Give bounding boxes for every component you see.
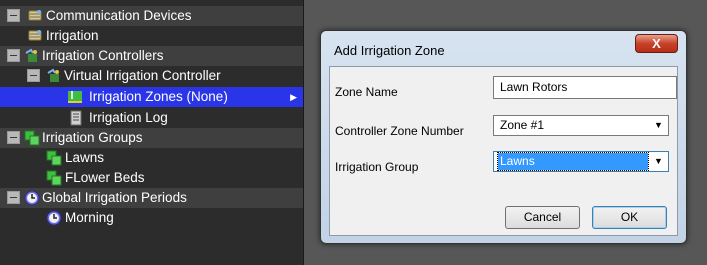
collapse-icon[interactable]: [7, 191, 20, 204]
collapse-icon[interactable]: [7, 131, 20, 144]
collapse-icon[interactable]: [7, 9, 20, 22]
chevron-down-icon[interactable]: ▼: [650, 153, 667, 170]
tree-item-irrigation-device[interactable]: Irrigation: [0, 26, 303, 46]
clock-icon: [24, 190, 40, 206]
tree-item-label: Irrigation Zones (None): [89, 89, 228, 104]
tree-item-communication-devices[interactable]: Communication Devices: [0, 6, 303, 26]
tree-item-flower-beds[interactable]: FLower Beds: [0, 168, 303, 188]
collapse-icon[interactable]: [7, 49, 20, 62]
clock-icon: [46, 210, 62, 226]
tree-item-label: Irrigation: [46, 28, 99, 43]
dialog-title: Add Irrigation Zone: [334, 43, 445, 58]
expand-arrow-icon[interactable]: ▶: [290, 87, 297, 107]
tree-item-label: Morning: [65, 210, 114, 225]
collapse-icon[interactable]: [27, 69, 40, 82]
zone-name-input[interactable]: Lawn Rotors: [493, 76, 677, 99]
irrigation-group-label: Irrigation Group: [335, 160, 419, 174]
tree-item-irrigation-controllers[interactable]: Irrigation Controllers: [0, 46, 303, 66]
tree-item-lawns[interactable]: Lawns: [0, 148, 303, 168]
group-icon: [24, 130, 40, 146]
log-icon: [70, 110, 82, 126]
cancel-button[interactable]: Cancel: [505, 206, 580, 229]
tree-item-morning[interactable]: Morning: [0, 208, 303, 228]
tree-item-label: Irrigation Log: [89, 110, 168, 125]
tree-item-virtual-irrigation-controller[interactable]: Virtual Irrigation Controller: [0, 66, 303, 86]
network-devices-icon: [28, 10, 42, 21]
controller-zone-number-label: Controller Zone Number: [335, 124, 464, 138]
tree-item-irrigation-zones[interactable]: Irrigation Zones (None) ▶: [0, 87, 303, 107]
controller-zone-number-value: Zone #1: [500, 118, 545, 132]
tree-item-label: FLower Beds: [65, 170, 145, 185]
tree-item-global-irrigation-periods[interactable]: Global Irrigation Periods: [0, 188, 303, 208]
navigation-tree: Communication Devices Irrigation Irrigat…: [0, 0, 304, 265]
tree-item-label: Communication Devices: [46, 8, 192, 23]
tree-item-irrigation-groups[interactable]: Irrigation Groups: [0, 128, 303, 148]
network-device-icon: [28, 30, 42, 41]
close-button[interactable]: X: [635, 34, 678, 53]
irrigation-group-select[interactable]: Lawns ▼: [493, 151, 669, 172]
tree-item-label: Irrigation Groups: [42, 130, 143, 145]
group-icon: [46, 170, 62, 186]
controller-zone-number-select[interactable]: Zone #1 ▼: [493, 115, 669, 136]
tree-item-label: Lawns: [65, 150, 105, 165]
ok-button[interactable]: OK: [592, 206, 667, 229]
zone-name-label: Zone Name: [335, 85, 398, 99]
zone-icon: [68, 91, 82, 103]
group-icon: [46, 150, 62, 166]
tree-item-label: Global Irrigation Periods: [42, 190, 187, 205]
chevron-down-icon[interactable]: ▼: [650, 117, 667, 134]
dialog-body: Zone Name Lawn Rotors Controller Zone Nu…: [329, 66, 678, 236]
controller-icon: [47, 68, 59, 82]
irrigation-group-value: Lawns: [497, 152, 649, 171]
add-irrigation-zone-dialog: Add Irrigation Zone X Zone Name Lawn Rot…: [320, 30, 687, 244]
tree-item-label: Irrigation Controllers: [42, 48, 164, 63]
tree-item-irrigation-log[interactable]: Irrigation Log: [0, 108, 303, 128]
close-icon: X: [652, 36, 661, 51]
controller-icon: [25, 48, 37, 62]
tree-item-label: Virtual Irrigation Controller: [64, 68, 221, 83]
